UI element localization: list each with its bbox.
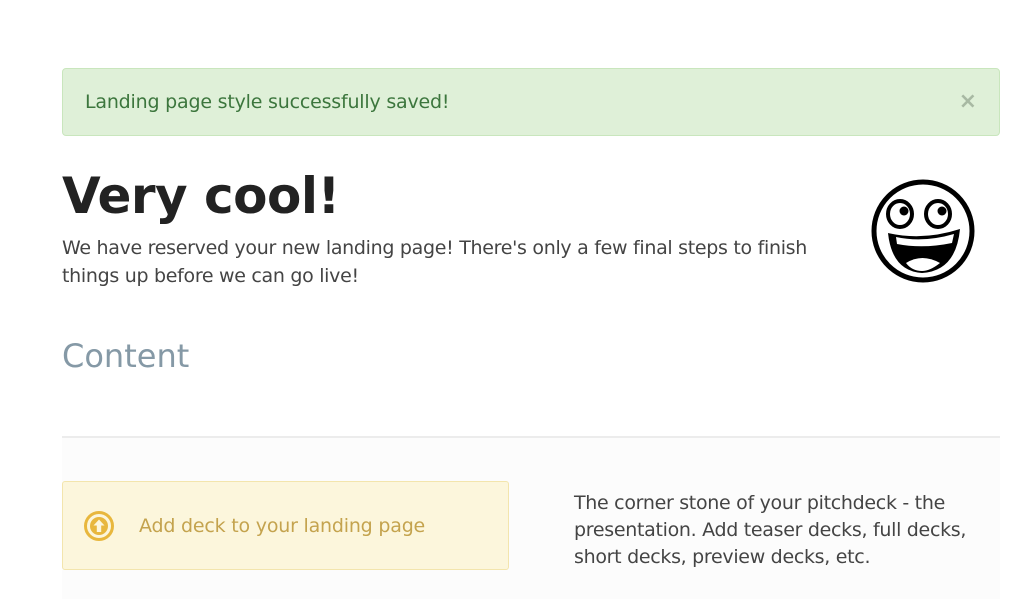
success-alert: Landing page style successfully saved! × bbox=[62, 68, 1000, 136]
deck-description: The corner stone of your pitchdeck - the… bbox=[574, 492, 967, 568]
page-subtitle: We have reserved your new landing page! … bbox=[62, 237, 808, 287]
content-section-title: Content bbox=[62, 337, 190, 375]
add-deck-button[interactable]: Add deck to your landing page bbox=[62, 481, 509, 570]
close-icon[interactable]: × bbox=[959, 91, 977, 113]
arrow-up-circle-icon bbox=[84, 510, 114, 541]
add-deck-label: Add deck to your landing page bbox=[139, 514, 426, 537]
page-title: Very cool! bbox=[62, 167, 340, 225]
page: Landing page style successfully saved! ×… bbox=[0, 0, 1024, 599]
alert-message: Landing page style successfully saved! bbox=[85, 91, 450, 113]
awesome-smiley-icon bbox=[871, 179, 975, 283]
